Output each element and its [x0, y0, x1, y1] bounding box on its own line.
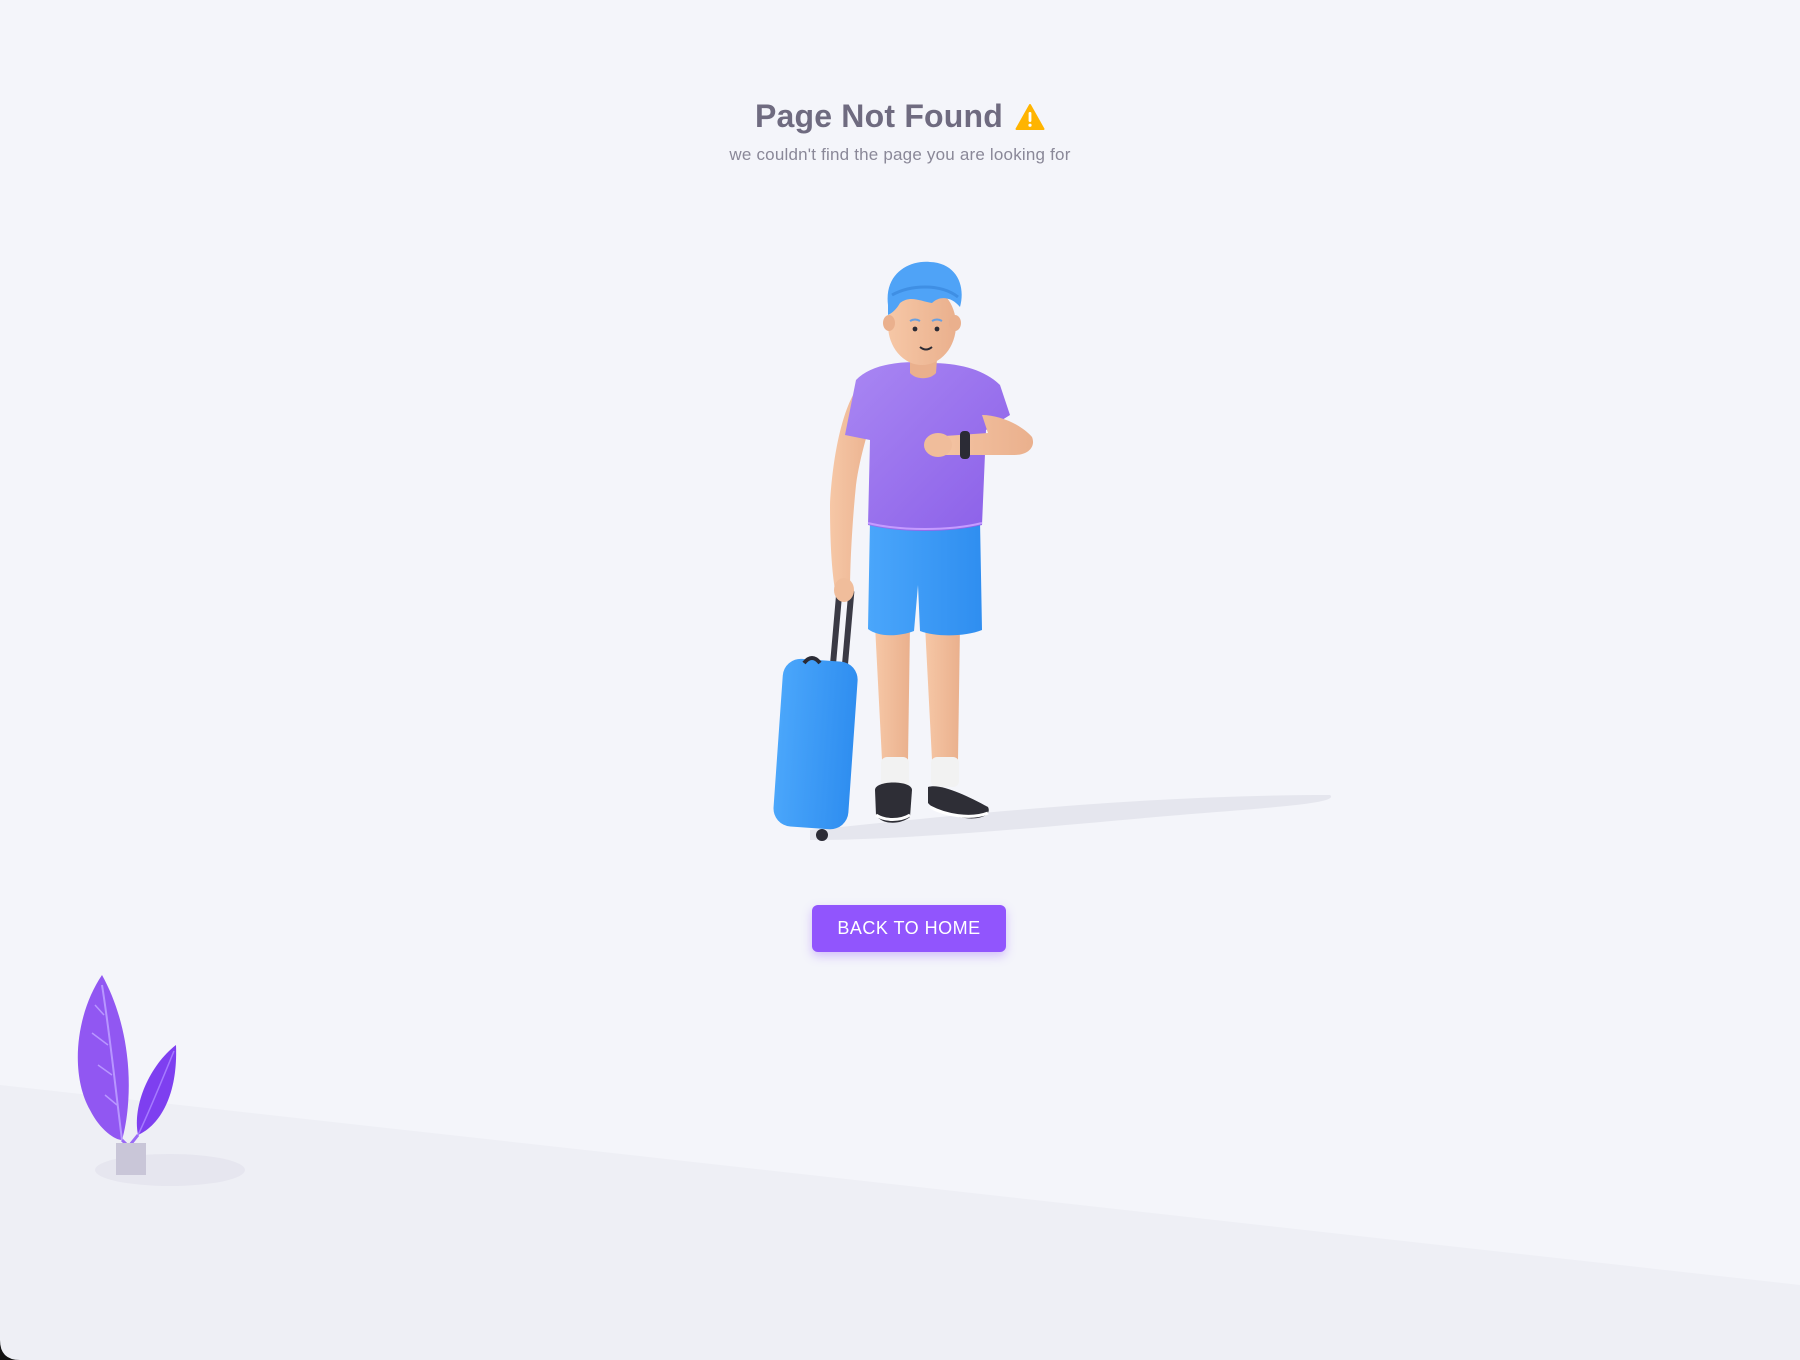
page-title: Page Not Found — [754, 98, 1004, 134]
warning-icon — [1015, 103, 1045, 131]
corner-edge — [0, 1340, 20, 1360]
page-subtitle: we couldn't find the page you are lookin… — [729, 145, 1071, 164]
traveler-with-suitcase-illustration — [773, 261, 1332, 841]
plant-illustration — [77, 975, 245, 1186]
back-to-home-button[interactable]: BACK TO HOME — [812, 905, 1006, 952]
title-row: Page Not Found — [755, 98, 1045, 135]
page-header: Page Not Found we couldn't find the page… — [0, 98, 1800, 165]
